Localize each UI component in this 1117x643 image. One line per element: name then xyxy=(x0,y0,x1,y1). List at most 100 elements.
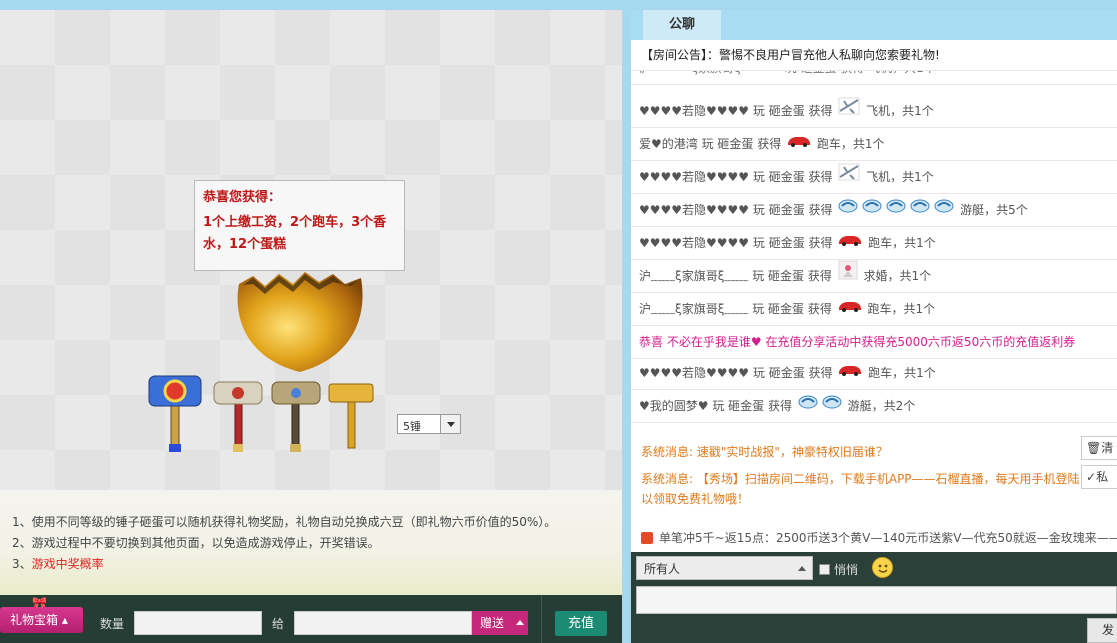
chat-target-value: 所有人 xyxy=(644,562,681,576)
recharge-button[interactable]: 充值 xyxy=(555,611,607,636)
chat-message: 沪﹏﹏ξ家旗哥ξ﹏﹏ 玩 砸金蛋 获得 跑车，共1个 xyxy=(631,293,1117,326)
yacht-icon xyxy=(886,194,906,227)
chat-action: 玩 砸金蛋 获得 xyxy=(748,302,836,316)
chat-username[interactable]: ♥♥♥♥若隐♥♥♥♥ xyxy=(639,203,749,217)
yacht-icon xyxy=(838,194,858,227)
send-gift-label: 赠送 xyxy=(480,616,505,630)
chat-action: 玩 砸金蛋 获得 xyxy=(749,203,837,217)
gift-toolbar: 🎀 礼物宝箱 ▴ 数量 给 赠送 充值 xyxy=(0,595,622,643)
clear-chat-label: 清 xyxy=(1101,441,1114,455)
root: 恭喜您获得： 1个上缴工资，2个跑车，3个香水，12个蛋糕 5锤 1、使用不同等… xyxy=(0,0,1117,643)
rules-text: 1、使用不同等级的锤子砸蛋可以随机获得礼物奖励，礼物自动兑换成六豆（即礼物六币价… xyxy=(12,512,556,575)
quantity-input[interactable] xyxy=(134,611,262,635)
chat-username[interactable]: ♥我的圆梦♥ xyxy=(639,399,709,413)
yacht-icon xyxy=(862,194,882,227)
chevron-up-icon xyxy=(516,620,524,625)
private-chat-toggle[interactable]: ✓私 xyxy=(1081,465,1117,489)
chat-message: ♥♥♥♥若隐♥♥♥♥ 玩 砸金蛋 获得 飞机，共1个 xyxy=(631,95,1117,128)
whisper-checkbox[interactable]: 悄悄 xyxy=(819,561,858,578)
quantity-label: 数量 xyxy=(100,617,125,631)
chat-username[interactable]: 沪﹏﹏ξ家旗哥ξ﹏﹏ xyxy=(639,302,748,316)
prize-popup: 恭喜您获得： 1个上缴工资，2个跑车，3个香水，12个蛋糕 xyxy=(194,180,405,271)
chat-tabbar: 公聊 xyxy=(631,10,1117,40)
speaker-icon xyxy=(641,532,653,544)
gift-box-label: 礼物宝箱 xyxy=(10,613,59,627)
chat-username[interactable]: ♥♥♥♥若隐♥♥♥♥ xyxy=(639,170,749,184)
system-message: 以领取免费礼物哦！ xyxy=(641,492,750,506)
chat-item: 跑车，共1个 xyxy=(813,137,885,151)
chat-message: 爱♥的港湾 玩 砸金蛋 获得 跑车，共1个 xyxy=(631,128,1117,161)
prize-title: 恭喜您获得： xyxy=(203,190,282,205)
chat-username[interactable]: 爱♥的港湾 xyxy=(639,137,698,151)
system-message: 系统消息: 【秀场】扫描房间二维码，下载手机APP——石榴直播，每天用手机登陆 xyxy=(641,472,1080,486)
gift-bow-icon: 🎀 xyxy=(32,596,47,610)
chat-item: 飞机，共1个 xyxy=(862,170,934,184)
car-icon xyxy=(838,357,862,390)
chat-message: ♥♥♥♥若隐♥♥♥♥ 玩 砸金蛋 获得 跑车，共1个 xyxy=(631,227,1117,260)
tab-public-chat[interactable]: 公聊 xyxy=(643,10,721,40)
yacht-icon xyxy=(798,390,818,423)
system-message: 系统消息: 速戳"实时战报"，神豪特权旧届谁？ xyxy=(641,445,888,459)
hammer-count-value: 5锤 xyxy=(403,420,421,433)
hammer-silver-icon[interactable] xyxy=(270,372,322,452)
hammer-count-select[interactable]: 5锤 xyxy=(397,414,461,434)
chat-target-select[interactable]: 所有人 xyxy=(636,556,813,580)
chevron-down-icon[interactable] xyxy=(440,415,460,433)
rule-3-prefix: 3、 xyxy=(12,557,32,571)
private-chat-label: 私 xyxy=(1096,470,1109,484)
chat-message: ♥♥♥♥若隐♥♥♥♥ 玩 砸金蛋 获得 游艇，共5个 xyxy=(631,194,1117,227)
to-label: 给 xyxy=(272,617,285,631)
emoji-icon[interactable] xyxy=(872,557,893,578)
send-message-button[interactable]: 发 xyxy=(1087,618,1117,643)
chat-item: 游艇，共5个 xyxy=(956,203,1028,217)
hammer-ruby-icon[interactable] xyxy=(210,372,266,452)
divider xyxy=(541,595,542,643)
yacht-icon xyxy=(822,390,842,423)
chat-message: ♥我的圆梦♥ 玩 砸金蛋 获得 游艇，共2个 xyxy=(631,390,1117,423)
rule-2: 2、游戏过程中不要切换到其他页面，以免造成游戏停止，开奖错误。 xyxy=(12,536,380,550)
hammer-diamond-icon[interactable] xyxy=(147,372,203,452)
chat-action: 玩 砸金蛋 获得 xyxy=(697,137,786,151)
car-icon xyxy=(838,293,862,326)
chat-panel: 公聊 【房间公告】：警惕不良用户冒充他人私聊向您索要礼物! 沪~~~~ξ家旗哥ξ… xyxy=(631,10,1117,643)
car-icon xyxy=(787,128,811,161)
rule-1: 1、使用不同等级的锤子砸蛋可以随机获得礼物奖励，礼物自动兑换成六豆（即礼物六币价… xyxy=(12,515,557,529)
win-probability-link[interactable]: 游戏中奖概率 xyxy=(32,557,104,571)
egg-game-panel: 恭喜您获得： 1个上缴工资，2个跑车，3个香水，12个蛋糕 5锤 1、使用不同等… xyxy=(0,10,622,595)
chat-username[interactable]: 沪﹏﹏ξ家旗哥ξ﹏﹏ xyxy=(639,269,748,283)
chat-message: 恭喜 不必在乎我是谁♥ 在充值分享活动中获得充5000六币返50六币的充值返利券 xyxy=(631,326,1117,359)
chat-item: 游艇，共2个 xyxy=(843,399,916,413)
prize-text: 1个上缴工资，2个跑车，3个香水，12个蛋糕 xyxy=(203,215,387,252)
chat-item: 跑车，共1个 xyxy=(864,236,936,250)
room-notice: 【房间公告】：警惕不良用户冒充他人私聊向您索要礼物! xyxy=(631,40,1117,70)
chat-username[interactable]: 恭喜 不必在乎我是谁♥ 在充值分享活动中获得充5000六币返50六币的充值返利券 xyxy=(639,335,1075,349)
chat-message-list[interactable]: 沪~~~~ξ家旗哥ξ~~~~ 玩 砸金蛋 获得 飞机，共1个 ♥♥♥♥若隐♥♥♥… xyxy=(631,70,1117,552)
hammer-wood-icon[interactable] xyxy=(327,372,377,452)
send-gift-button[interactable]: 赠送 xyxy=(472,611,528,635)
plane-icon xyxy=(838,161,860,194)
gift-box-button[interactable]: 🎀 礼物宝箱 ▴ xyxy=(0,597,83,633)
chat-action: 玩 砸金蛋 获得 xyxy=(749,104,837,118)
chat-username[interactable]: ♥♥♥♥若隐♥♥♥♥ xyxy=(639,104,749,118)
chat-username[interactable]: ♥♥♥♥若隐♥♥♥♥ xyxy=(639,236,749,250)
chat-message: ♥♥♥♥若隐♥♥♥♥ 玩 砸金蛋 获得 跑车，共1个 xyxy=(631,357,1117,390)
checkbox-icon[interactable] xyxy=(819,564,830,575)
whisper-label: 悄悄 xyxy=(834,563,859,577)
chat-message: 沪﹏﹏ξ家旗哥ξ﹏﹏ 玩 砸金蛋 获得 求婚，共1个 xyxy=(631,260,1117,293)
yacht-icon xyxy=(934,194,954,227)
yacht-icon xyxy=(910,194,930,227)
chat-action: 玩 砸金蛋 获得 xyxy=(748,269,836,283)
plane-icon xyxy=(838,95,860,128)
chat-username[interactable]: ♥♥♥♥若隐♥♥♥♥ xyxy=(639,366,749,380)
chat-input-area: 所有人 悄悄 发 xyxy=(631,552,1117,643)
clear-chat-button[interactable]: 🗑清 xyxy=(1081,436,1117,460)
chat-item: 求婚，共1个 xyxy=(859,269,932,283)
recipient-input[interactable] xyxy=(294,611,472,635)
golden-egg-icon[interactable] xyxy=(233,272,367,374)
chat-item: 跑车，共1个 xyxy=(863,302,936,316)
chat-message-input[interactable] xyxy=(636,586,1117,614)
chat-action: 玩 砸金蛋 获得 xyxy=(749,170,837,184)
chat-message: ♥♥♥♥若隐♥♥♥♥ 玩 砸金蛋 获得 飞机，共1个 xyxy=(631,161,1117,194)
chat-action: 玩 砸金蛋 获得 xyxy=(708,399,796,413)
rule-3: 3、游戏中奖概率 xyxy=(12,554,556,575)
